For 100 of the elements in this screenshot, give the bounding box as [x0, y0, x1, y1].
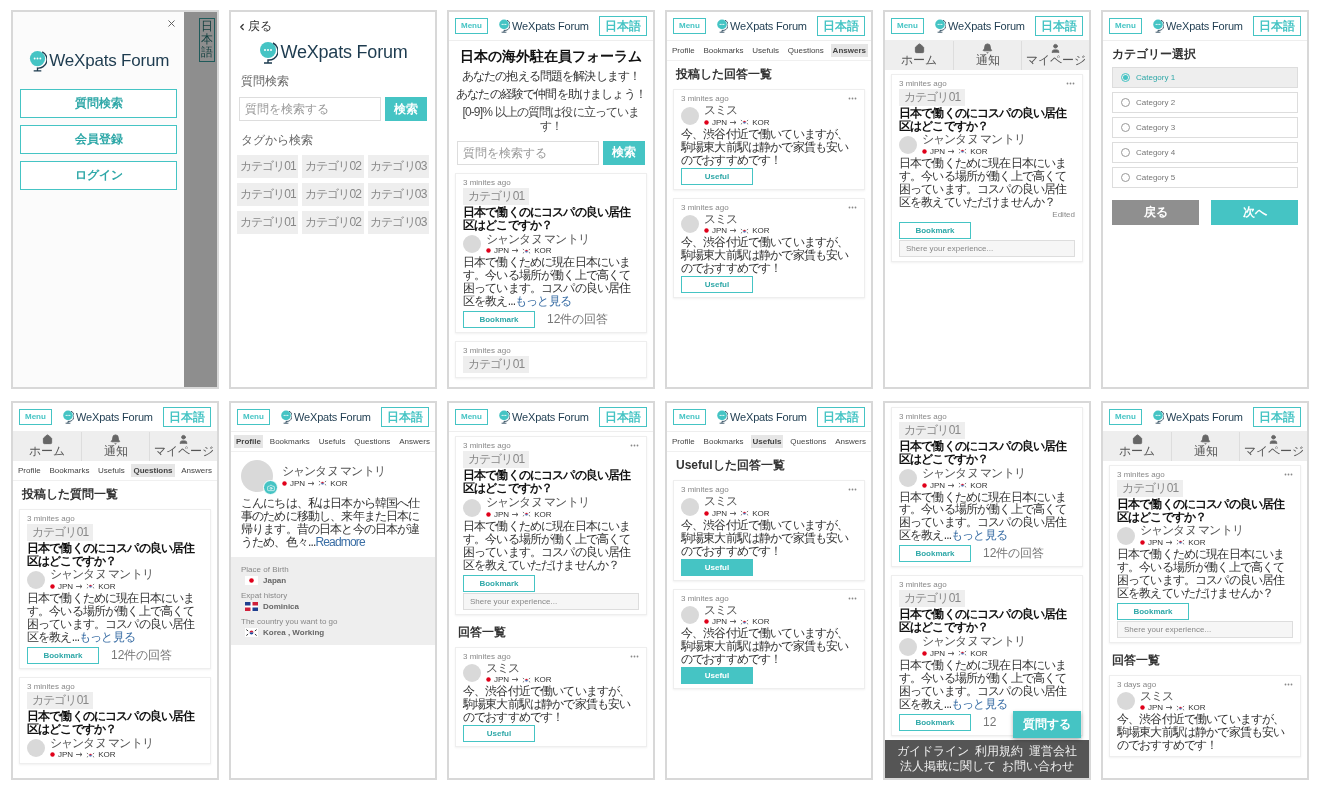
- tab[interactable]: Answers: [179, 463, 214, 477]
- more-icon[interactable]: [630, 654, 639, 658]
- footer-link[interactable]: お問い合わせ: [1002, 759, 1074, 774]
- search-button[interactable]: 検索: [385, 97, 427, 121]
- comment-field[interactable]: Shere your experience...: [463, 592, 639, 610]
- footer-link[interactable]: 利用規約: [975, 744, 1023, 759]
- tab[interactable]: Questions: [131, 463, 175, 477]
- tab[interactable]: Profile: [234, 435, 263, 449]
- category-option[interactable]: Category 2: [1112, 92, 1298, 114]
- useful-button[interactable]: Useful: [681, 558, 753, 576]
- tab[interactable]: Questions: [788, 435, 829, 449]
- nav-item[interactable]: ホーム: [885, 41, 953, 70]
- more-link[interactable]: もっと見る: [951, 528, 1007, 543]
- nav-item[interactable]: 通知: [1171, 432, 1239, 461]
- tab[interactable]: Answers: [397, 435, 432, 449]
- close-icon[interactable]: [166, 18, 178, 29]
- footer-link[interactable]: 運営会社: [1029, 744, 1077, 759]
- back-link[interactable]: 戻る: [231, 12, 278, 35]
- language-button[interactable]: 日本語: [1253, 407, 1301, 428]
- tag-chip[interactable]: カテゴリ02: [302, 155, 364, 178]
- tab[interactable]: Answers: [833, 435, 868, 449]
- menu-button[interactable]: Menu: [673, 409, 706, 425]
- tab[interactable]: Bookmarks: [267, 435, 312, 449]
- language-button[interactable]: 日本語: [817, 16, 865, 37]
- more-icon[interactable]: [1284, 682, 1293, 686]
- nav-item[interactable]: 通知: [81, 432, 149, 461]
- tab[interactable]: Answers: [830, 44, 868, 58]
- menu-button[interactable]: Menu: [19, 409, 52, 425]
- tab[interactable]: Questions: [352, 435, 393, 449]
- useful-button[interactable]: Useful: [463, 725, 535, 743]
- ask-button[interactable]: 質問する: [1013, 711, 1081, 738]
- more-icon[interactable]: [848, 97, 857, 101]
- menu-button[interactable]: Menu: [891, 18, 924, 34]
- menu-button[interactable]: 会員登録: [20, 124, 178, 154]
- next-button[interactable]: 次へ: [1211, 200, 1298, 226]
- category-option[interactable]: Category 1: [1112, 67, 1298, 89]
- bookmark-button[interactable]: Bookmark: [899, 545, 971, 563]
- comment-field[interactable]: Shere your experience...: [1117, 620, 1293, 638]
- footer-link[interactable]: ガイドライン: [897, 744, 969, 759]
- category-option[interactable]: Category 4: [1112, 142, 1298, 164]
- more-link[interactable]: もっと見る: [515, 294, 571, 309]
- search-field[interactable]: 質問を検索する: [457, 140, 599, 165]
- tab[interactable]: Profile: [670, 435, 697, 449]
- language-button[interactable]: 日本語: [817, 407, 865, 428]
- menu-button[interactable]: Menu: [237, 409, 270, 425]
- category-option[interactable]: Category 3: [1112, 117, 1298, 139]
- tab[interactable]: Profile: [16, 463, 43, 477]
- readmore-link[interactable]: Readmore: [315, 535, 365, 550]
- tag-chip[interactable]: カテゴリ03: [367, 183, 429, 206]
- bookmark-button[interactable]: Bookmark: [463, 311, 535, 329]
- menu-button[interactable]: Menu: [455, 18, 488, 34]
- tab[interactable]: Questions: [785, 44, 826, 58]
- more-icon[interactable]: [848, 488, 857, 492]
- nav-item[interactable]: マイページ: [1239, 432, 1307, 461]
- menu-button[interactable]: Menu: [455, 409, 488, 425]
- menu-button[interactable]: Menu: [673, 18, 706, 34]
- language-button[interactable]: 日本語: [1253, 16, 1301, 37]
- search-button[interactable]: 検索: [603, 140, 645, 165]
- tab[interactable]: Usefuls: [316, 435, 348, 449]
- more-icon[interactable]: [1284, 472, 1293, 476]
- bookmark-button[interactable]: Bookmark: [463, 574, 535, 592]
- nav-item[interactable]: マイページ: [149, 432, 217, 461]
- language-button[interactable]: 日本語: [1035, 16, 1083, 37]
- nav-item[interactable]: ホーム: [1103, 432, 1171, 461]
- tag-chip[interactable]: カテゴリ03: [367, 155, 429, 178]
- nav-item[interactable]: 通知: [953, 41, 1021, 70]
- tab[interactable]: Bookmarks: [47, 463, 92, 477]
- language-button[interactable]: 日本語: [199, 18, 215, 62]
- menu-button[interactable]: ログイン: [20, 160, 178, 190]
- nav-item[interactable]: ホーム: [13, 432, 81, 461]
- tag-chip[interactable]: カテゴリ01: [237, 211, 299, 234]
- tag-chip[interactable]: カテゴリ02: [302, 183, 364, 206]
- tab[interactable]: Bookmarks: [701, 435, 746, 449]
- tag-chip[interactable]: カテゴリ02: [302, 211, 364, 234]
- more-link[interactable]: もっと見る: [79, 629, 135, 644]
- category-option[interactable]: Category 5: [1112, 167, 1298, 189]
- more-icon[interactable]: [848, 596, 857, 600]
- comment-field[interactable]: Shere your experience...: [899, 239, 1075, 257]
- language-button[interactable]: 日本語: [163, 407, 211, 428]
- tab[interactable]: Profile: [670, 44, 697, 58]
- useful-button[interactable]: Useful: [681, 667, 753, 685]
- bookmark-button[interactable]: Bookmark: [27, 646, 99, 664]
- useful-button[interactable]: Useful: [681, 167, 753, 185]
- footer-link[interactable]: 法人掲載に関して: [900, 759, 996, 774]
- tab[interactable]: Usefuls: [96, 463, 127, 477]
- bookmark-button[interactable]: Bookmark: [1117, 602, 1189, 620]
- tag-chip[interactable]: カテゴリ01: [237, 155, 299, 178]
- tab[interactable]: Usefuls: [750, 435, 784, 449]
- more-icon[interactable]: [848, 205, 857, 209]
- tag-chip[interactable]: カテゴリ03: [367, 211, 429, 234]
- camera-icon[interactable]: [263, 480, 278, 496]
- language-button[interactable]: 日本語: [599, 407, 647, 428]
- more-icon[interactable]: [630, 444, 639, 448]
- useful-button[interactable]: Useful: [681, 276, 753, 294]
- menu-button[interactable]: 質問検索: [20, 88, 178, 118]
- language-button[interactable]: 日本語: [599, 16, 647, 37]
- more-link[interactable]: もっと見る: [951, 696, 1007, 711]
- tag-chip[interactable]: カテゴリ01: [237, 183, 299, 206]
- more-icon[interactable]: [1066, 81, 1075, 85]
- menu-button[interactable]: Menu: [1109, 409, 1142, 425]
